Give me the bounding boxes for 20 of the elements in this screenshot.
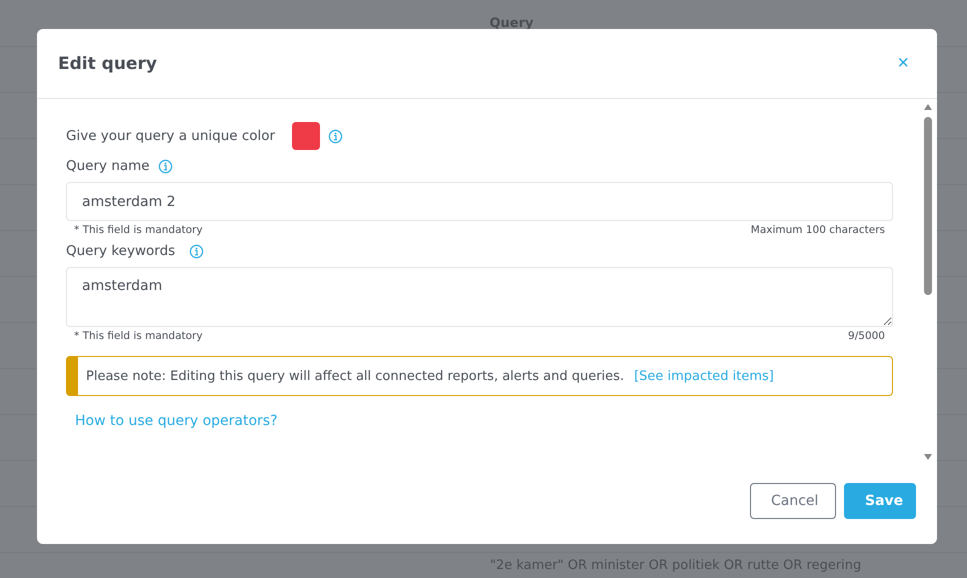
color-swatch[interactable] bbox=[292, 122, 320, 150]
close-button[interactable]: × bbox=[893, 52, 913, 75]
save-button[interactable]: Save bbox=[844, 483, 916, 519]
info-icon[interactable] bbox=[328, 128, 344, 144]
info-icon[interactable] bbox=[189, 244, 204, 258]
impacted-items-link[interactable]: [See impacted items] bbox=[634, 368, 774, 384]
query-name-field[interactable]: amsterdam 2 bbox=[66, 182, 893, 221]
field-label: Query name bbox=[66, 158, 150, 174]
character-limit: Maximum 100 characters bbox=[750, 224, 885, 236]
query-keywords-field[interactable]: amsterdam bbox=[66, 267, 893, 327]
field-label: Query keywords bbox=[66, 243, 176, 259]
field-hint: * This field is mandatory bbox=[74, 224, 203, 236]
cancel-button[interactable]: Cancel bbox=[750, 483, 836, 519]
help-link[interactable]: How to use query operators? bbox=[75, 413, 278, 429]
character-count: 9/5000 bbox=[848, 330, 885, 342]
field-hint: * This field is mandatory bbox=[74, 330, 203, 342]
info-icon[interactable] bbox=[158, 158, 173, 174]
dialog-title: Edit query bbox=[58, 54, 157, 74]
notice-text: Please note: Editing this query will affect all connected reports, alerts and queries. bbox=[86, 368, 624, 384]
color-label: Give your query a unique color bbox=[66, 128, 276, 144]
